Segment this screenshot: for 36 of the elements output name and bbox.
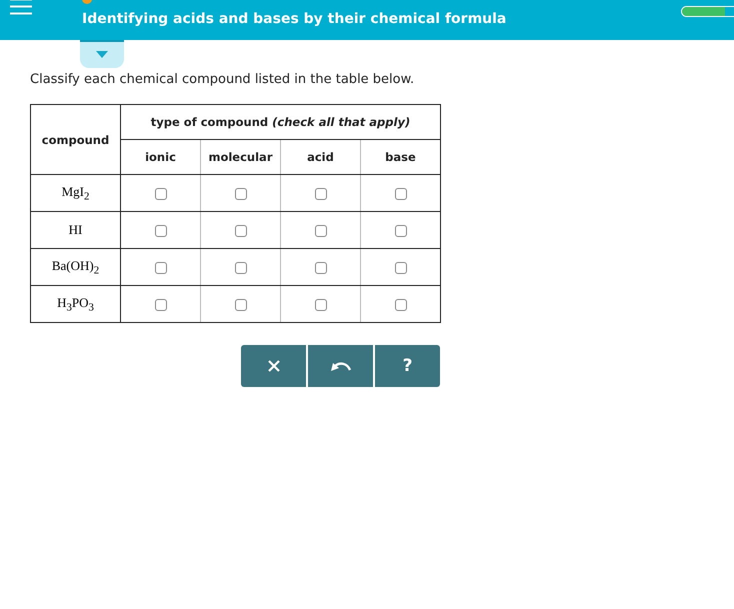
checkbox[interactable] [234, 188, 246, 200]
column-header: molecular [200, 140, 280, 174]
compound-formula: HI [68, 222, 82, 238]
instructions-text: Classify each chemical compound listed in the table below. [30, 72, 416, 87]
undo-button[interactable] [308, 345, 373, 387]
column-header: ionic [120, 140, 200, 174]
compound-formula: Ba(OH)$_{2}$ [52, 258, 100, 276]
checkbox[interactable] [314, 224, 326, 237]
expand-tab[interactable] [80, 40, 124, 68]
checkbox[interactable] [314, 188, 326, 200]
column-header: type of compound (check all that apply) [120, 104, 440, 140]
help-button[interactable]: ? [375, 345, 440, 387]
checkbox[interactable] [234, 262, 246, 274]
column-header: compound [30, 104, 120, 174]
checkbox[interactable] [394, 188, 406, 200]
checkbox[interactable] [314, 298, 326, 311]
checkbox[interactable] [154, 224, 166, 237]
clear-button[interactable] [241, 345, 306, 387]
checkbox[interactable] [314, 262, 326, 274]
checkbox[interactable] [154, 298, 166, 311]
compound-formula: MgI$_{2}$ [62, 184, 90, 202]
page-title: Identifying acids and bases by their chemical formula [82, 11, 506, 27]
compound-formula: H$_{3}$PO$_{3}$ [57, 294, 94, 314]
undo-icon [330, 360, 352, 372]
checkbox[interactable] [234, 224, 246, 237]
checkbox[interactable] [154, 262, 166, 274]
checkbox[interactable] [154, 188, 166, 200]
close-icon [268, 360, 280, 372]
checkbox[interactable] [394, 298, 406, 311]
menu-icon[interactable] [10, 0, 32, 15]
column-header: acid [280, 140, 360, 174]
column-header: base [360, 140, 440, 174]
caret-icon [96, 51, 108, 59]
checkbox[interactable] [394, 262, 406, 274]
checkbox[interactable] [394, 224, 406, 237]
checkbox[interactable] [234, 298, 246, 311]
